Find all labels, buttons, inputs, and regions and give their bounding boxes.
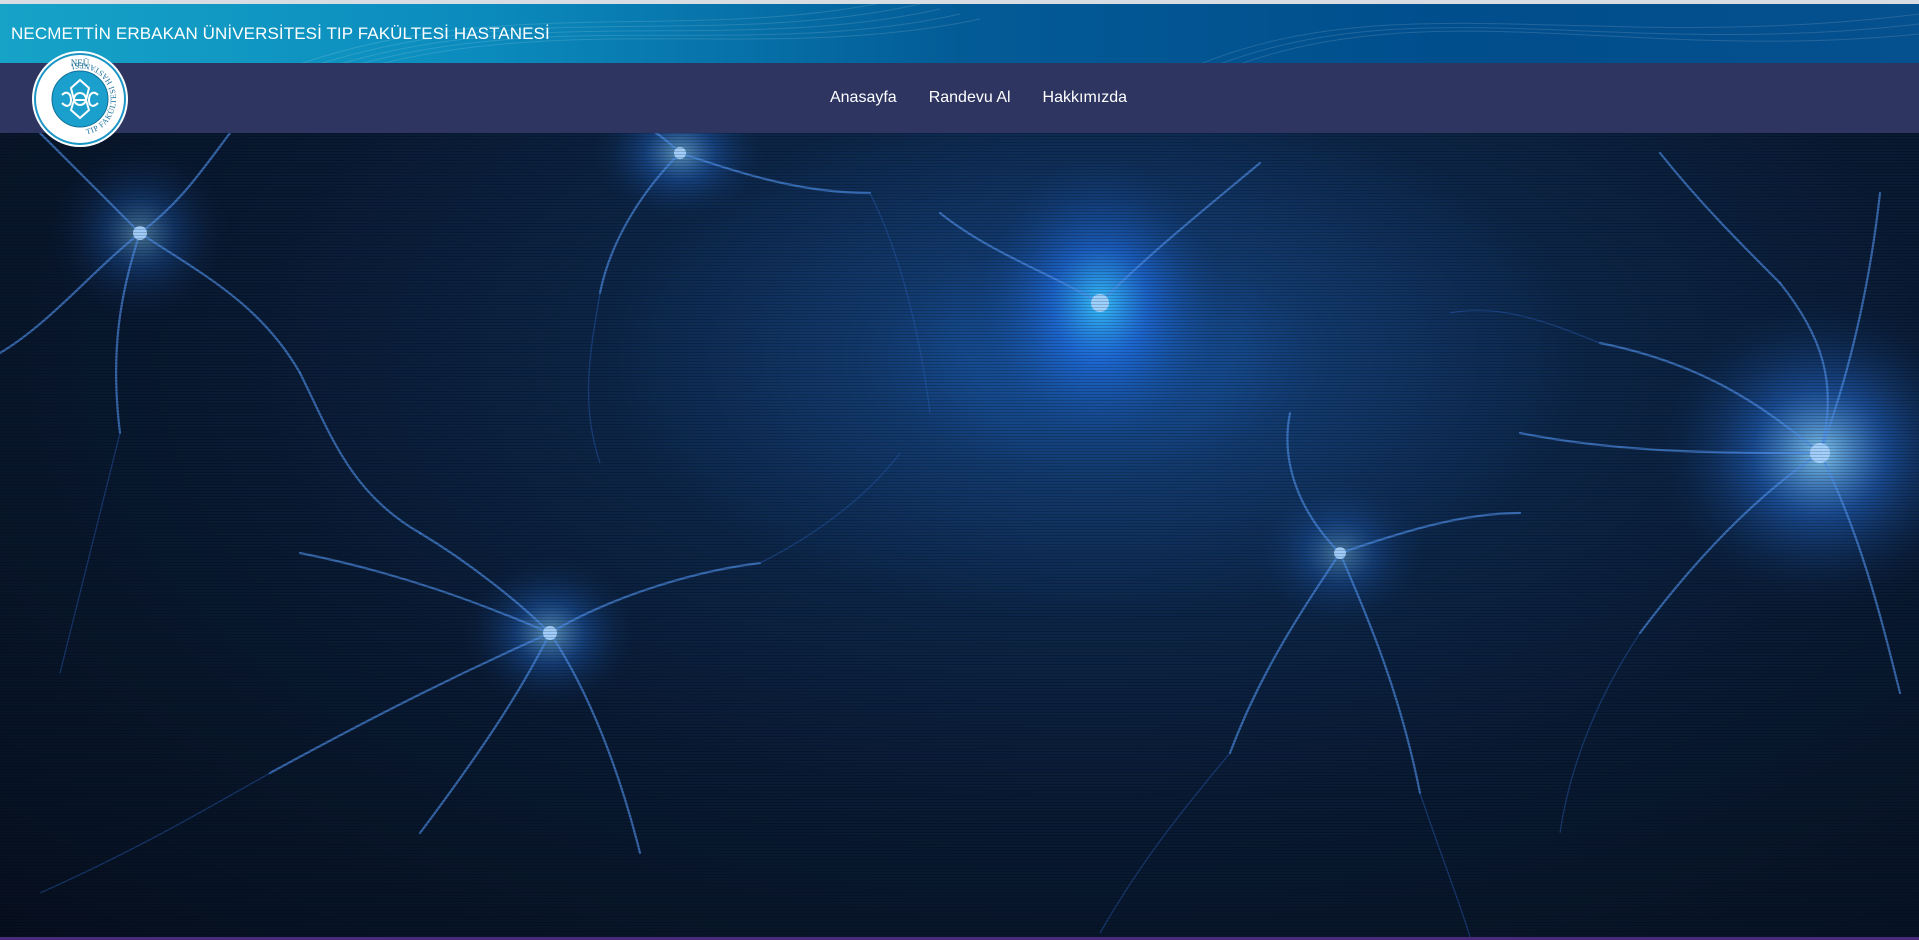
neuron-background xyxy=(0,133,1919,937)
nav-item-hakkimizda[interactable]: Hakkımızda xyxy=(1027,89,1143,107)
title-bar: NECMETTİN ERBAKAN ÜNİVERSİTESİ TIP FAKÜL… xyxy=(0,4,1919,63)
site-title: NECMETTİN ERBAKAN ÜNİVERSİTESİ TIP FAKÜL… xyxy=(11,24,550,43)
hero-neuron-image xyxy=(0,133,1919,937)
nav-bar: Anasayfa Randevu Al Hakkımızda xyxy=(0,63,1919,133)
logo-emblem-icon: NEÜ TIP FAKÜLTESİ HASTANESİ xyxy=(32,51,128,147)
hospital-logo[interactable]: NEÜ TIP FAKÜLTESİ HASTANESİ xyxy=(31,50,129,148)
nav-item-anasayfa[interactable]: Anasayfa xyxy=(814,89,913,107)
nav-item-randevu-al[interactable]: Randevu Al xyxy=(913,89,1027,107)
main-nav: Anasayfa Randevu Al Hakkımızda xyxy=(0,63,1919,133)
page: NECMETTİN ERBAKAN ÜNİVERSİTESİ TIP FAKÜL… xyxy=(0,0,1919,940)
nav-items: Anasayfa Randevu Al Hakkımızda xyxy=(814,89,1143,107)
